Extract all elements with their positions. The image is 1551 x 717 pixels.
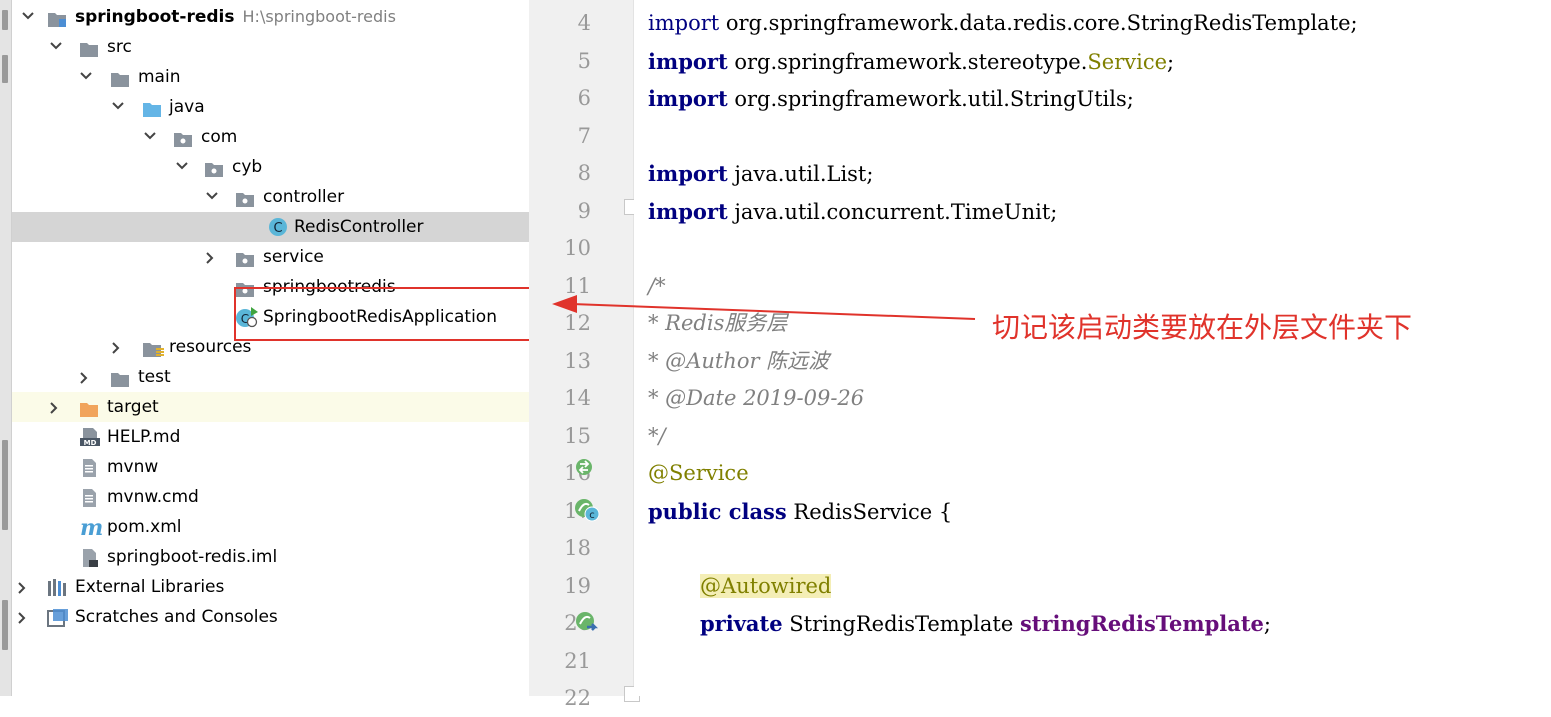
annotation-note: 切记该启动类要放在外层文件夹下 [992,311,1413,344]
annotation-arrow [552,295,976,320]
